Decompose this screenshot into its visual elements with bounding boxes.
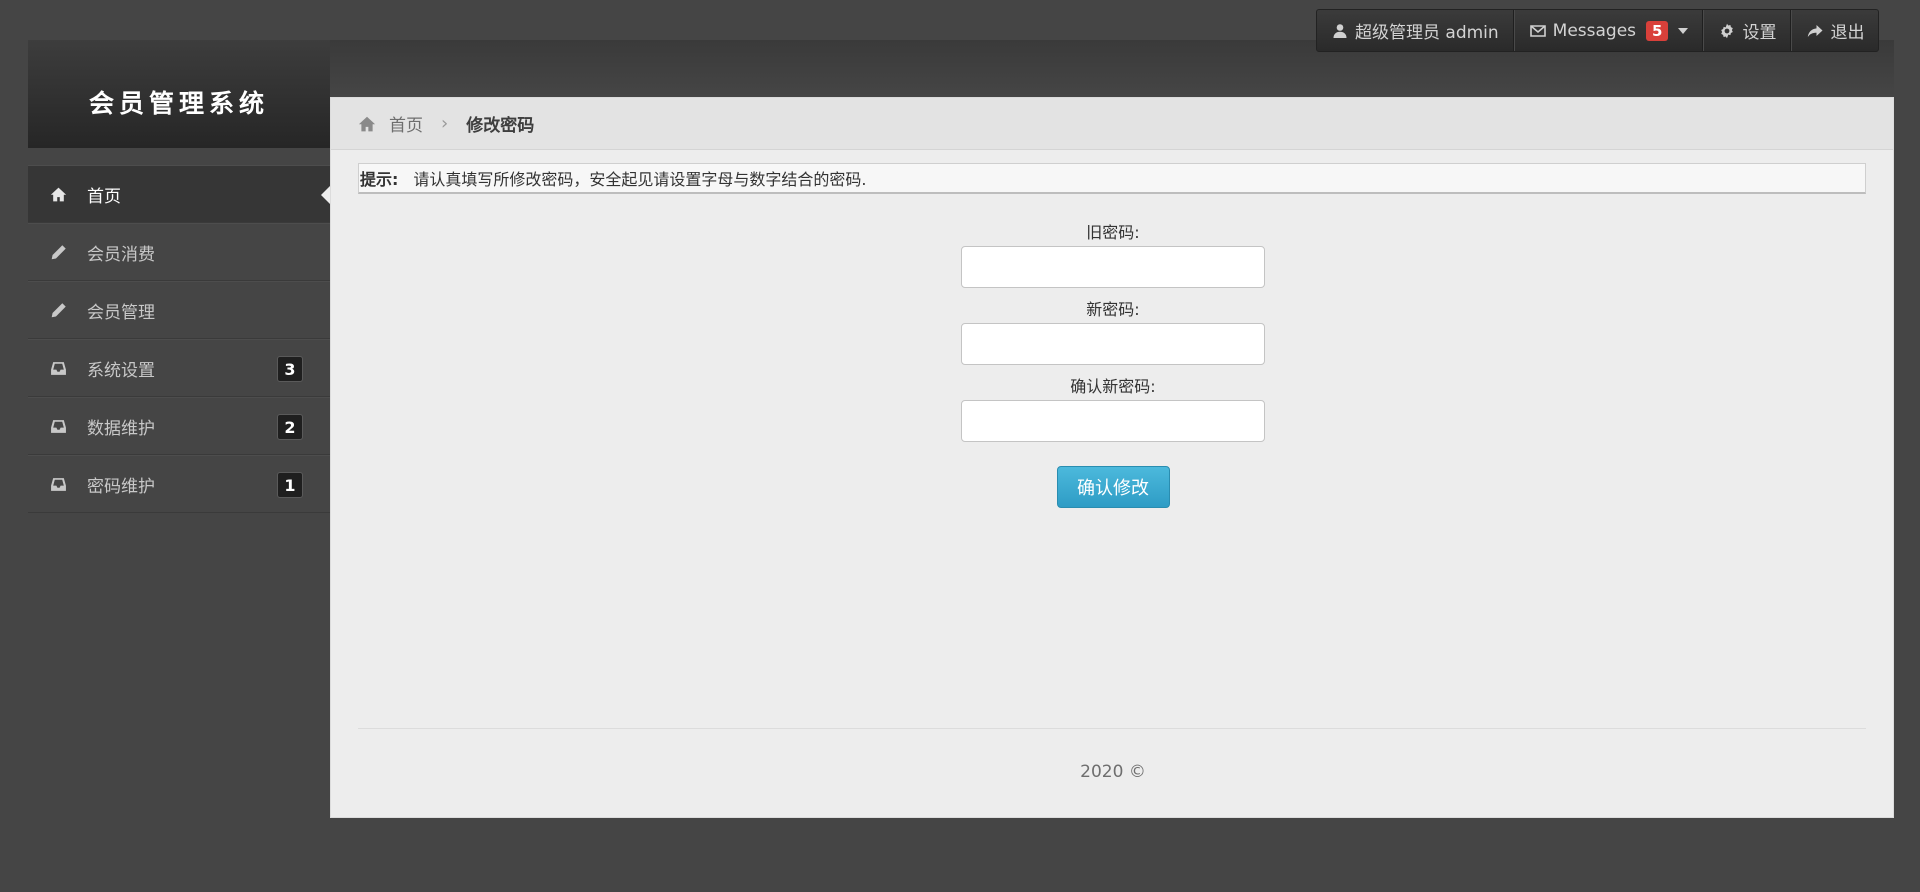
user-account-button[interactable]: 超级管理员 admin xyxy=(1317,10,1514,51)
share-arrow-icon xyxy=(1806,22,1824,40)
brand-logo[interactable]: 会员管理系统 xyxy=(28,40,330,148)
inbox-icon xyxy=(48,474,68,494)
new-password-field: 新密码: xyxy=(331,297,1895,365)
confirm-password-input[interactable] xyxy=(961,400,1265,442)
messages-count-badge: 5 xyxy=(1646,20,1669,41)
hint-box: 提示: 请认真填写所修改密码，安全起见请设置字母与数字结合的密码. xyxy=(358,163,1866,194)
footer-copyright: 2020 © xyxy=(1080,762,1146,782)
chevron-down-icon xyxy=(1678,27,1689,34)
count-badge: 2 xyxy=(277,414,303,440)
pencil-icon xyxy=(48,300,68,320)
user-label: 超级管理员 admin xyxy=(1355,23,1499,43)
messages-label: Messages xyxy=(1552,20,1637,41)
logout-label: 退出 xyxy=(1830,23,1865,43)
submit-wrap: 确认修改 xyxy=(331,466,1895,508)
inbox-icon xyxy=(48,416,68,436)
sidebar-item-system-settings[interactable]: 系统设置 3 xyxy=(28,339,330,397)
old-password-field: 旧密码: xyxy=(331,220,1895,288)
sidebar-item-data-maintenance[interactable]: 数据维护 2 xyxy=(28,397,330,455)
hint-label: 提示: xyxy=(360,170,399,189)
count-badge: 3 xyxy=(277,356,303,382)
hint-text: 请认真填写所修改密码，安全起见请设置字母与数字结合的密码. xyxy=(413,170,867,189)
app-page: 超级管理员 admin Messages 5 设置 退出 会员管理系统 首页 会… xyxy=(0,0,1920,892)
logout-button[interactable]: 退出 xyxy=(1791,10,1878,51)
sidebar-item-password-maintenance[interactable]: 密码维护 1 xyxy=(28,455,330,513)
sidebar-item-label: 数据维护 xyxy=(87,418,155,439)
envelope-icon xyxy=(1529,22,1547,40)
count-badge: 1 xyxy=(277,472,303,498)
main-content: 首页 › 修改密码 提示: 请认真填写所修改密码，安全起见请设置字母与数字结合的… xyxy=(330,97,1894,818)
confirm-password-label: 确认新密码: xyxy=(1070,377,1156,396)
gear-icon xyxy=(1718,22,1736,40)
sidebar-item-member-consumption[interactable]: 会员消费 xyxy=(28,223,330,281)
change-password-form: 旧密码: 新密码: 确认新密码: 确认修改 xyxy=(331,220,1895,508)
chevron-right-icon: › xyxy=(441,113,449,134)
sidebar-nav: 首页 会员消费 会员管理 系统设置 3 数据维护 2 密码维护 1 xyxy=(28,165,330,513)
breadcrumb-home-link[interactable]: 首页 xyxy=(389,111,423,136)
confirm-change-button[interactable]: 确认修改 xyxy=(1056,466,1170,508)
settings-button[interactable]: 设置 xyxy=(1703,10,1792,51)
sidebar-item-label: 会员消费 xyxy=(87,244,155,265)
user-icon xyxy=(1331,22,1349,40)
breadcrumb: 首页 › 修改密码 xyxy=(331,98,1893,150)
old-password-input[interactable] xyxy=(961,246,1265,288)
home-icon xyxy=(358,115,376,133)
settings-label: 设置 xyxy=(1742,23,1777,43)
new-password-input[interactable] xyxy=(961,323,1265,365)
user-menu: 超级管理员 admin Messages 5 设置 退出 xyxy=(1316,9,1880,52)
pencil-icon xyxy=(48,242,68,262)
sidebar-item-label: 系统设置 xyxy=(87,360,155,381)
inbox-icon xyxy=(48,358,68,378)
sidebar-item-label: 首页 xyxy=(87,186,121,207)
new-password-label: 新密码: xyxy=(1086,300,1140,319)
sidebar-item-member-management[interactable]: 会员管理 xyxy=(28,281,330,339)
old-password-label: 旧密码: xyxy=(1086,223,1140,242)
home-icon xyxy=(48,184,68,204)
footer-divider xyxy=(358,728,1866,729)
breadcrumb-current: 修改密码 xyxy=(466,116,535,136)
brand-title: 会员管理系统 xyxy=(88,89,269,118)
messages-dropdown-button[interactable]: Messages 5 xyxy=(1513,10,1704,51)
sidebar-item-label: 会员管理 xyxy=(87,302,155,323)
sidebar-item-home[interactable]: 首页 xyxy=(28,165,330,223)
confirm-password-field: 确认新密码: xyxy=(331,374,1895,442)
sidebar-item-label: 密码维护 xyxy=(87,476,155,497)
